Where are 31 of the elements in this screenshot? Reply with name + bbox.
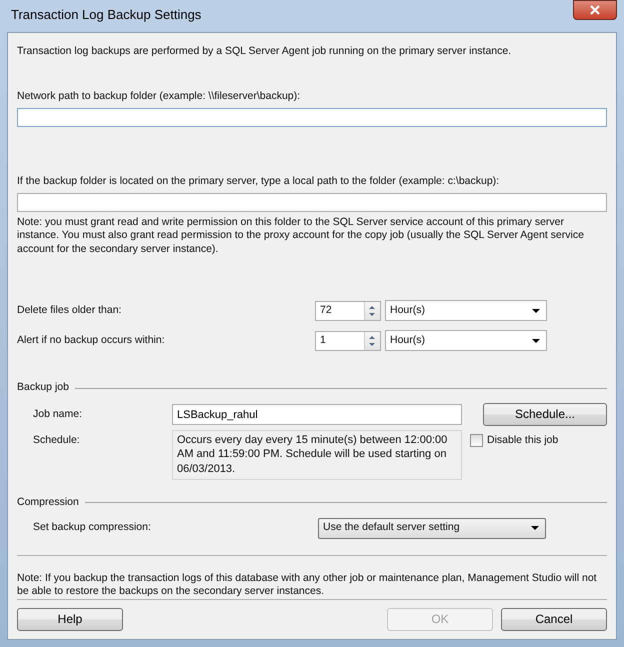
section-heading: Compression [17,496,79,510]
schedule-description: Occurs every day every 15 minute(s) between 12:00:00 AM and 11:59:00 PM. Schedule will be used starting on 06/03/2013. [172,430,462,480]
number-spinner[interactable]: 72 [315,300,381,321]
caret-icon [532,308,540,313]
window-title: Transaction Log Backup Settings [10,7,202,24]
close-button[interactable] [573,0,617,20]
note-text: Note: you must grant read and write permission on this folder to the SQL Server service account of this primary server instance. You must also grant read permission to the proxy account for the copy job (usually the SQL Server Agent service account for the secondary server instance). [17,216,585,256]
caret-icon [531,526,539,530]
job-name-field[interactable]: LSBackup_rahul [172,404,462,426]
compression-dropdown[interactable]: Use the default server setting [318,518,546,539]
schedule-button[interactable]: Schedule... [483,403,607,426]
field-label: Alert if no backup occurs within: [17,334,166,348]
unit-dropdown[interactable]: Hour(s) [385,330,547,352]
path-field[interactable] [17,108,607,127]
field-label: Delete files older than: [17,304,122,318]
unit-dropdown[interactable]: Hour(s) [385,300,547,322]
note-text: Note: If you backup the transaction logs of this database with any other job or maintenance plan, Management Studio will not be able to restore the backups on the secondary server instances. [17,572,598,599]
field-label: If the backup folder is located on the primary server, type a local path to the folder (example: c:\backup): [17,174,500,189]
intro-text: Transaction log backups are performed by a SQL Server Agent job running on the primary server instance. [17,44,512,58]
number-spinner[interactable]: 1 [315,330,381,351]
section-heading: Backup job [17,381,69,396]
field-label: Set backup compression: [32,521,152,536]
field-label: Network path to backup folder (example: \\fileserver\backup): [17,90,302,104]
dialog-button[interactable]: Cancel [501,608,607,631]
field-label: Schedule: [32,433,81,448]
disable-job-checkbox[interactable]: Disable this job [470,430,558,448]
dialog-button[interactable]: Help [17,608,123,631]
path-field[interactable] [17,192,607,212]
close-icon [590,5,600,15]
field-label: Job name: [32,408,84,422]
caret-icon [532,338,540,343]
